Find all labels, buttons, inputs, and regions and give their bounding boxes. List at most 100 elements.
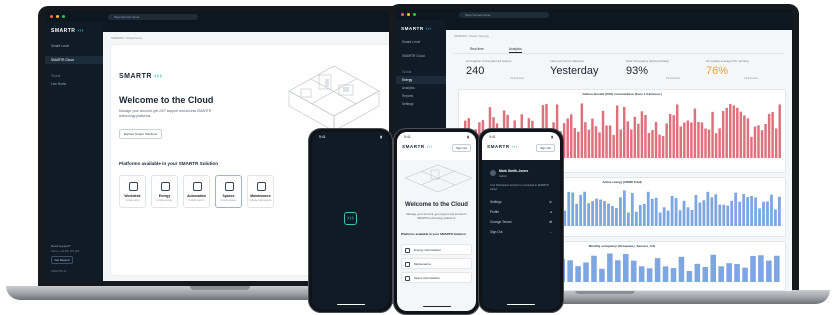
logout-icon: → <box>548 230 552 234</box>
occupancy-bar <box>742 267 748 282</box>
co2-bar <box>654 122 658 158</box>
tab-real-time[interactable]: Real-time <box>470 47 484 51</box>
sign-out-button[interactable]: Sign Out <box>452 144 471 152</box>
explore-button[interactable]: Explore Smartr Solutions <box>119 129 163 139</box>
chevrons-icon: ››› <box>426 144 433 149</box>
energy-bar <box>599 199 602 226</box>
breadcrumb[interactable]: SMARTR / Cloud home <box>111 36 142 40</box>
energy-bar <box>567 191 571 226</box>
breadcrumb[interactable]: SMARTR / Cloud / Energy <box>454 34 489 38</box>
energy-bar <box>722 204 726 226</box>
energy-bar <box>758 208 761 226</box>
address-bar[interactable]: https://smartr.cloud <box>459 11 549 18</box>
platform-row-space[interactable]: Space Optimisation <box>401 272 472 283</box>
sidebar-item-cloud[interactable]: SMARTR Cloud <box>396 52 446 60</box>
cube-icon <box>405 276 410 281</box>
maximize-dot-icon[interactable] <box>62 15 65 18</box>
co2-bar <box>693 108 697 158</box>
co2-bar <box>630 129 633 158</box>
co2-bar <box>637 123 640 158</box>
menu-item-change-tenant[interactable]: Change Tenant ⇄ <box>490 220 552 224</box>
occupancy-bar <box>774 255 780 282</box>
close-dot-icon[interactable] <box>50 15 53 18</box>
co2-bar <box>672 115 675 158</box>
tile-sub: Include apps <box>125 199 140 202</box>
sidebar-item-analytics[interactable]: Analytics <box>396 84 446 92</box>
energy-bar <box>750 196 753 226</box>
menu-item-sign-out[interactable]: Sign Out → <box>490 230 552 234</box>
co2-bar <box>778 104 781 158</box>
home-indicator <box>507 303 535 305</box>
status-bar: 9:41 ▮ <box>397 132 476 142</box>
co2-bar <box>771 112 774 158</box>
co2-bar <box>640 111 644 158</box>
occupancy-bar <box>678 256 685 282</box>
platform-row-energy[interactable]: Energy Optimisation <box>401 244 472 255</box>
energy-bar <box>690 209 694 226</box>
co2-bar <box>605 125 608 158</box>
minimize-dot-icon[interactable] <box>407 13 410 16</box>
occupancy-bar <box>670 268 677 282</box>
energy-bar <box>575 203 579 226</box>
platform-tile-workdesk[interactable]: Workdesk Include apps <box>119 175 146 208</box>
sidebar-item-live-home[interactable]: Live Home <box>45 80 103 88</box>
sidebar-item-cloud[interactable]: SMARTR Cloud <box>45 56 103 64</box>
energy-bar <box>682 200 686 226</box>
energy-bar <box>770 194 773 226</box>
energy-bar <box>726 205 730 226</box>
platform-tile-automation[interactable]: Automation Include control <box>183 175 210 208</box>
platform-row-maintenance[interactable]: Maintenance <box>401 258 472 269</box>
co2-bar <box>725 107 728 158</box>
occupancy-bar <box>599 268 605 282</box>
energy-bar <box>766 201 769 226</box>
sign-out-button[interactable]: Sign Out <box>536 144 555 152</box>
sidebar-item-reports[interactable]: Reports <box>396 92 446 100</box>
menu-label: Sign Out <box>490 230 503 234</box>
tab-analytics[interactable]: Analytics <box>509 47 522 53</box>
co2-bar <box>767 113 771 158</box>
phone-right: 9:41 ▮ SMARTR ››› Sign Out Mark Smith-Jon… <box>478 128 564 313</box>
energy-bar <box>730 200 734 226</box>
kpi-value: 76% <box>706 65 729 77</box>
sidebar-item-level[interactable]: Smartr Level <box>45 42 103 50</box>
status-time: 9:41 <box>319 135 326 139</box>
minimize-dot-icon[interactable] <box>56 15 59 18</box>
platforms-title: Platforms available in your SMARTR Solut… <box>119 161 219 166</box>
co2-bar <box>707 129 711 158</box>
platform-tile-energy[interactable]: Energy Include energy <box>151 175 178 208</box>
sidebar-item-energy[interactable]: Energy <box>396 76 446 84</box>
close-dot-icon[interactable] <box>401 13 404 16</box>
energy-bar <box>619 197 622 226</box>
occupancy-bar <box>638 266 645 282</box>
support-phone[interactable]: Call us +44 000 000 000 <box>51 250 99 253</box>
co2-bar <box>577 131 580 158</box>
co2-bar <box>760 130 764 158</box>
get-support-button[interactable]: Get Support <box>51 256 73 264</box>
user-icon: ● <box>550 210 552 214</box>
energy-bar <box>626 212 630 226</box>
welcome-title: Welcome to the Cloud <box>119 95 214 105</box>
platform-tile-spaces[interactable]: Spaces Include spaces <box>215 175 242 208</box>
energy-bar <box>674 198 678 226</box>
wrench-icon <box>405 262 410 267</box>
swap-icon: ⇄ <box>549 220 552 224</box>
menu-label: Profile <box>490 210 500 214</box>
tile-sub: Include control <box>188 199 205 202</box>
occupancy-bar <box>630 260 637 282</box>
platform-tile-maintenance[interactable]: Maintenance Include maintenance <box>247 175 274 208</box>
energy-bar <box>646 191 650 226</box>
menu-item-settings[interactable]: Settings ⚙ <box>490 200 552 204</box>
sidebar-item-settings[interactable]: Settings <box>396 100 446 108</box>
maximize-dot-icon[interactable] <box>413 13 416 16</box>
address-bar[interactable]: https://smartr.cloud <box>108 13 198 20</box>
energy-bar <box>774 209 777 226</box>
occupancy-bar <box>567 260 573 282</box>
splash-logo-icon: ››› <box>344 212 357 225</box>
menu-item-profile[interactable]: Profile ● <box>490 210 552 214</box>
kpi-value: 240 <box>466 65 485 77</box>
occupancy-bar <box>726 263 732 282</box>
chevrons-icon: ››› <box>511 144 518 149</box>
tile-label: Energy <box>158 194 171 198</box>
gear-icon <box>129 182 138 191</box>
sidebar-item-level[interactable]: Smartr Level <box>396 38 446 46</box>
